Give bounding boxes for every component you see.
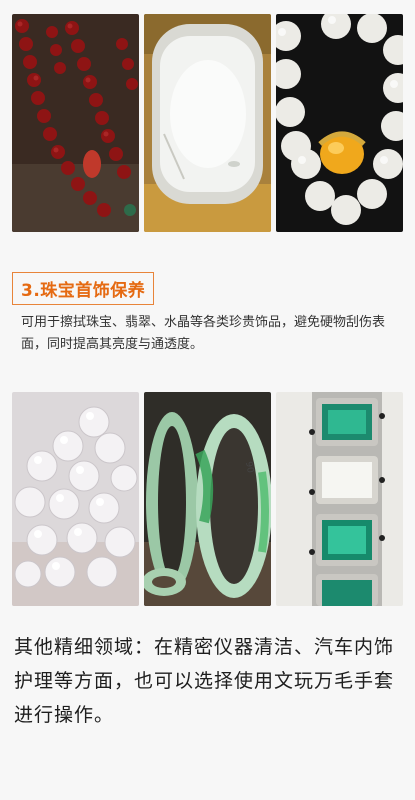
jade-bangles-photo: 90 xyxy=(144,392,271,606)
emerald-bracelet-photo xyxy=(276,392,403,606)
red-bead-bracelet-photo xyxy=(12,14,139,232)
section-description: 可用于擦拭珠宝、翡翠、水晶等各类珍贵饰品，避免硬物刮伤表面，同时提高其亮度与通透… xyxy=(21,315,386,352)
footer-paragraph: 其他精细领域：在精密仪器清洁、汽车内饰护理等方面，也可以选择使用文玩万毛手套进行… xyxy=(14,636,395,726)
svg-text:90: 90 xyxy=(243,461,255,474)
white-jade-pendant-photo xyxy=(144,14,271,232)
middle-photo-row: 90 xyxy=(12,392,403,606)
section-title: 3.珠宝首饰保养 xyxy=(12,272,155,305)
white-beads-amber-photo xyxy=(276,14,403,232)
pearls-photo xyxy=(12,392,139,606)
top-photo-row xyxy=(12,14,403,232)
